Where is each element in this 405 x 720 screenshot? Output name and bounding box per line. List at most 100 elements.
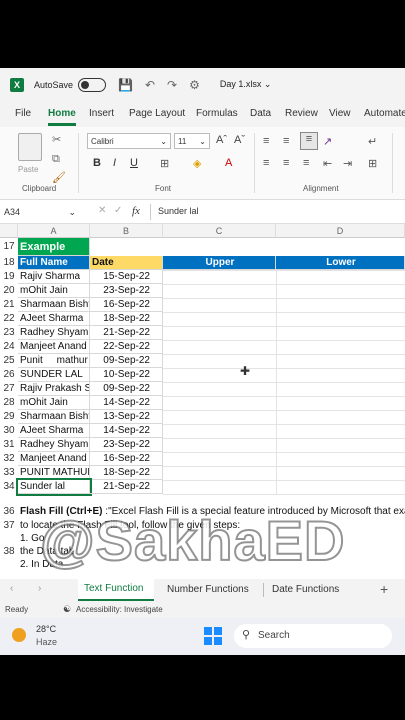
row-number[interactable]: 25 (0, 355, 18, 366)
increase-indent-icon[interactable]: ⇥ (343, 157, 352, 170)
column-header-a[interactable]: A (18, 224, 90, 238)
date-cell[interactable]: 14-Sep-22 (90, 396, 163, 410)
tab-view[interactable]: View (329, 108, 351, 119)
row-number[interactable]: 23 (0, 327, 18, 338)
row-number[interactable]: 26 (0, 369, 18, 380)
full-name-cell[interactable]: Radhey Shyam (18, 438, 90, 452)
font-size-select[interactable]: 11 ⌄ (174, 133, 210, 149)
full-name-cell[interactable]: Punit mathur (18, 354, 90, 368)
italic-button[interactable]: I (113, 157, 116, 169)
full-name-cell[interactable]: Manjeet Anand (18, 452, 90, 466)
column-header-d[interactable]: D (276, 224, 405, 238)
paste-label[interactable]: Paste (18, 165, 38, 174)
row-number[interactable]: 31 (0, 439, 18, 450)
font-name-select[interactable]: Calibri ⌄ (87, 133, 171, 149)
row-number[interactable]: 17 (0, 241, 18, 252)
row-number[interactable]: 24 (0, 341, 18, 352)
full-name-cell[interactable]: Sunder lal (16, 478, 92, 496)
row-number[interactable]: 21 (0, 299, 18, 310)
undo-icon[interactable]: ↶ (145, 78, 155, 92)
fill-color-icon[interactable]: ◈ (193, 157, 201, 170)
weather-desc[interactable]: Haze (36, 637, 57, 647)
format-painter-icon[interactable]: 🖌 (52, 171, 66, 184)
name-box[interactable]: A34 ⌄ (4, 205, 78, 219)
autosave-toggle[interactable] (78, 77, 107, 92)
full-name-cell[interactable]: Rajiv Prakash Sh (18, 382, 90, 396)
date-cell[interactable]: 23-Sep-22 (90, 438, 163, 452)
enter-icon[interactable]: ✓ (114, 205, 122, 216)
save-icon[interactable]: 💾 (118, 78, 133, 92)
date-cell[interactable]: 09-Sep-22 (90, 382, 163, 396)
row-number[interactable]: 19 (0, 271, 18, 282)
tab-data[interactable]: Data (250, 108, 271, 119)
row-number[interactable]: 34 (0, 481, 18, 492)
borders-icon[interactable]: ⊞ (160, 157, 169, 170)
full-name-cell[interactable]: AJeet Sharma (18, 424, 90, 438)
column-header-c[interactable]: C (163, 224, 276, 238)
accessibility-status[interactable]: Accessibility: Investigate (76, 605, 163, 614)
font-color-icon[interactable]: A (225, 157, 232, 169)
sheet-tab-date-functions[interactable]: Date Functions (272, 584, 339, 595)
date-cell[interactable]: 23-Sep-22 (90, 284, 163, 298)
full-name-cell[interactable]: PUNIT MATHUR (18, 466, 90, 480)
date-cell[interactable]: 10-Sep-22 (90, 368, 163, 382)
align-right-icon[interactable]: ≡ (303, 157, 309, 169)
full-name-cell[interactable]: Radhey Shyam (18, 326, 90, 340)
row-number[interactable]: 36 (0, 506, 18, 517)
file-name[interactable]: Day 1.xlsx ⌄ (220, 79, 272, 90)
row-number[interactable]: 20 (0, 285, 18, 296)
align-center-icon[interactable]: ≡ (283, 157, 289, 169)
example-label-cell[interactable]: Example (18, 238, 90, 256)
row-number[interactable]: 18 (0, 257, 18, 268)
add-sheet-icon[interactable]: + (380, 581, 388, 597)
full-name-cell[interactable]: mOhit Jain (18, 284, 90, 298)
header-full-name[interactable]: Full Name (18, 256, 90, 270)
select-all-corner[interactable] (0, 224, 18, 238)
row-number[interactable]: 32 (0, 453, 18, 464)
full-name-cell[interactable]: Sharmaan Bisht (18, 298, 90, 312)
full-name-cell[interactable]: SUNDER LAL (18, 368, 90, 382)
bold-button[interactable]: B (93, 157, 101, 169)
tab-automate[interactable]: Automate (364, 108, 405, 119)
date-cell[interactable]: 13-Sep-22 (90, 410, 163, 424)
full-name-cell[interactable]: Sharmaan Bisht (18, 410, 90, 424)
decrease-font-icon[interactable]: Aˇ (234, 134, 245, 146)
full-name-cell[interactable]: Manjeet Anand (18, 340, 90, 354)
date-cell[interactable]: 21-Sep-22 (90, 480, 163, 494)
row-number[interactable]: 37 (0, 520, 18, 531)
row-number[interactable]: 30 (0, 425, 18, 436)
tab-formulas[interactable]: Formulas (196, 108, 238, 119)
sheet-tab-text-function[interactable]: Text Function (78, 579, 154, 601)
orientation-icon[interactable]: ↗ (323, 135, 332, 148)
scroll-right-icon[interactable]: › (38, 583, 41, 594)
tab-home[interactable]: Home (48, 108, 76, 119)
wrap-text-icon[interactable]: ↵ (368, 135, 377, 148)
align-bottom-icon[interactable]: ≡ (300, 132, 318, 150)
align-middle-icon[interactable]: ≡ (283, 135, 289, 147)
tab-page-layout[interactable]: Page Layout (129, 108, 185, 119)
date-cell[interactable]: 16-Sep-22 (90, 298, 163, 312)
date-cell[interactable]: 09-Sep-22 (90, 354, 163, 368)
header-lower[interactable]: Lower (276, 256, 405, 270)
merge-center-icon[interactable]: ⊞ (368, 157, 377, 170)
accessibility-icon[interactable]: ☯ (63, 604, 71, 615)
weather-temp[interactable]: 28°C (36, 624, 56, 634)
full-name-cell[interactable]: AJeet Sharma (18, 312, 90, 326)
decrease-indent-icon[interactable]: ⇤ (323, 157, 332, 170)
copy-icon[interactable]: ⧉ (52, 153, 60, 166)
date-cell[interactable]: 18-Sep-22 (90, 312, 163, 326)
row-number[interactable]: 28 (0, 397, 18, 408)
date-cell[interactable]: 22-Sep-22 (90, 340, 163, 354)
row-number[interactable]: 38 (0, 546, 18, 557)
quick-access-icon[interactable]: ⚙ (189, 78, 200, 92)
date-cell[interactable]: 16-Sep-22 (90, 452, 163, 466)
row-number[interactable]: 22 (0, 313, 18, 324)
underline-button[interactable]: U (130, 157, 138, 169)
full-name-cell[interactable]: Rajiv Sharma (18, 270, 90, 284)
row-number[interactable]: 29 (0, 411, 18, 422)
date-cell[interactable]: 15-Sep-22 (90, 270, 163, 284)
weather-sun-icon[interactable] (12, 628, 26, 642)
scroll-left-icon[interactable]: ‹ (10, 583, 13, 594)
cancel-icon[interactable]: ✕ (98, 205, 106, 216)
align-top-icon[interactable]: ≡ (263, 135, 269, 147)
